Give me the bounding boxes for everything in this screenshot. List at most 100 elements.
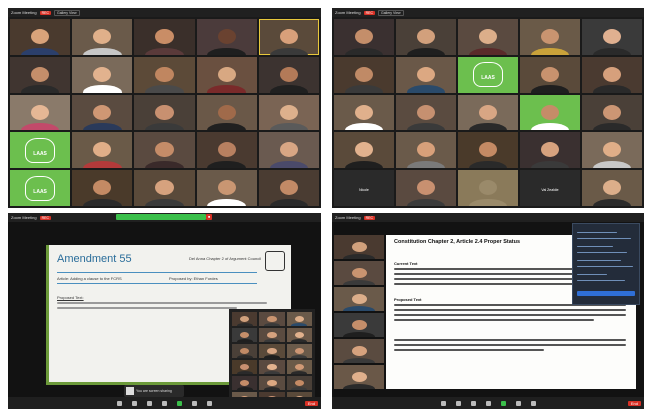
participant-face [541, 66, 559, 82]
participant-video-tile[interactable] [258, 56, 319, 93]
participant-video-tile[interactable]: LAAS [458, 56, 518, 93]
chat-panel[interactable] [572, 223, 640, 305]
participant-video-tile[interactable] [72, 132, 133, 169]
view-toggle[interactable]: Gallery View [377, 9, 404, 16]
chat-icon[interactable] [162, 400, 167, 406]
record-icon[interactable] [192, 400, 197, 406]
participant-video-tile[interactable] [134, 132, 195, 169]
participant-video-tile[interactable] [259, 328, 285, 342]
participant-video-tile[interactable] [334, 365, 384, 389]
participant-video-tile[interactable] [582, 170, 642, 206]
participant-video-tile[interactable] [72, 56, 133, 93]
participant-video-tile[interactable] [520, 94, 580, 131]
participant-video-tile[interactable] [334, 287, 384, 311]
participant-video-tile[interactable] [334, 132, 394, 169]
participant-video-tile[interactable] [134, 170, 195, 206]
participant-video-tile[interactable] [334, 19, 394, 55]
mute-icon[interactable] [117, 400, 122, 406]
participant-video-tile[interactable] [196, 170, 257, 206]
participant-video-tile[interactable] [134, 94, 195, 131]
participant-video-tile[interactable] [582, 19, 642, 55]
participant-video-tile[interactable] [520, 56, 580, 93]
mute-icon[interactable] [440, 400, 446, 406]
participant-video-tile[interactable] [396, 19, 456, 55]
participants-icon[interactable] [470, 400, 476, 406]
participant-video-tile[interactable] [196, 94, 257, 131]
video-icon[interactable] [132, 400, 137, 406]
participant-video-tile[interactable] [286, 312, 312, 326]
participant-video-tile[interactable] [334, 235, 384, 259]
participant-video-tile[interactable] [10, 19, 71, 55]
participant-video-tile[interactable] [334, 313, 384, 337]
participant-video-tile[interactable]: LAAS [10, 132, 71, 169]
participant-video-tile[interactable] [520, 132, 580, 169]
participant-video-tile[interactable] [134, 19, 195, 55]
reactions-icon[interactable] [207, 400, 212, 406]
participant-video-tile[interactable] [286, 328, 312, 342]
participant-video-tile[interactable] [286, 344, 312, 358]
participant-video-tile[interactable] [286, 360, 312, 374]
participant-video-tile[interactable] [458, 132, 518, 169]
participant-video-tile[interactable] [72, 94, 133, 131]
participant-video-tile[interactable] [196, 19, 257, 55]
participant-video-tile[interactable] [72, 19, 133, 55]
participant-video-tile[interactable] [134, 56, 195, 93]
floating-video-gallery[interactable] [229, 309, 315, 406]
share-screen-icon[interactable] [500, 400, 506, 406]
participant-video-tile[interactable] [520, 19, 580, 55]
participant-video-tile[interactable] [396, 132, 456, 169]
chat-icon[interactable] [485, 400, 491, 406]
participant-video-tile[interactable] [458, 94, 518, 131]
participant-video-tile[interactable] [334, 56, 394, 93]
participant-video-tile[interactable] [232, 344, 258, 358]
participant-video-tile[interactable] [259, 344, 285, 358]
participant-video-tile[interactable]: Nicole [334, 170, 394, 206]
participant-video-tile[interactable] [258, 94, 319, 131]
participant-video-tile[interactable] [334, 339, 384, 363]
participant-video-tile[interactable] [258, 170, 319, 206]
participant-video-tile[interactable] [259, 360, 285, 374]
participant-video-tile[interactable] [232, 312, 258, 326]
end-meeting-button[interactable]: End [627, 401, 641, 406]
share-screen-icon[interactable] [177, 400, 182, 406]
participant-video-tile[interactable] [334, 261, 384, 285]
participant-video-tile[interactable] [396, 170, 456, 206]
participant-video-tile[interactable] [10, 94, 71, 131]
participants-icon[interactable] [147, 400, 152, 406]
participant-video-tile[interactable] [232, 328, 258, 342]
participant-video-tile[interactable] [259, 376, 285, 390]
record-icon[interactable] [515, 400, 521, 406]
participant-video-tile[interactable] [196, 132, 257, 169]
participant-video-tile[interactable] [10, 56, 71, 93]
participant-face [479, 180, 497, 196]
participant-video-tile[interactable] [582, 94, 642, 131]
participant-body [468, 161, 508, 169]
participant-video-tile[interactable] [232, 360, 258, 374]
participant-video-tile[interactable] [582, 56, 642, 93]
participant-video-tile[interactable] [334, 94, 394, 131]
participant-video-tile[interactable] [396, 94, 456, 131]
end-meeting-button[interactable]: End [304, 401, 318, 406]
participant-video-tile[interactable] [259, 312, 285, 326]
participant-video-tile[interactable] [196, 56, 257, 93]
participant-video-tile[interactable] [458, 19, 518, 55]
participant-video-tile[interactable] [286, 376, 312, 390]
participant-body [291, 355, 308, 358]
side-video-strip[interactable] [334, 235, 384, 395]
screen-share-chip[interactable]: You are screen sharing [124, 385, 184, 397]
participant-video-tile[interactable] [232, 376, 258, 390]
participant-video-tile[interactable] [458, 170, 518, 206]
reactions-icon[interactable] [530, 400, 536, 406]
chat-input[interactable] [577, 291, 635, 296]
chat-message [577, 274, 607, 276]
participant-video-tile[interactable] [72, 170, 133, 206]
participant-video-tile[interactable]: Val Zealdie [520, 170, 580, 206]
view-toggle[interactable]: Gallery View [53, 9, 80, 16]
participant-video-tile[interactable] [258, 132, 319, 169]
participant-video-tile[interactable]: LAAS [10, 170, 71, 206]
video-icon[interactable] [455, 400, 461, 406]
stop-share-button[interactable]: ■ [206, 214, 213, 220]
participant-video-tile[interactable] [258, 19, 319, 55]
participant-video-tile[interactable] [582, 132, 642, 169]
participant-video-tile[interactable] [396, 56, 456, 93]
